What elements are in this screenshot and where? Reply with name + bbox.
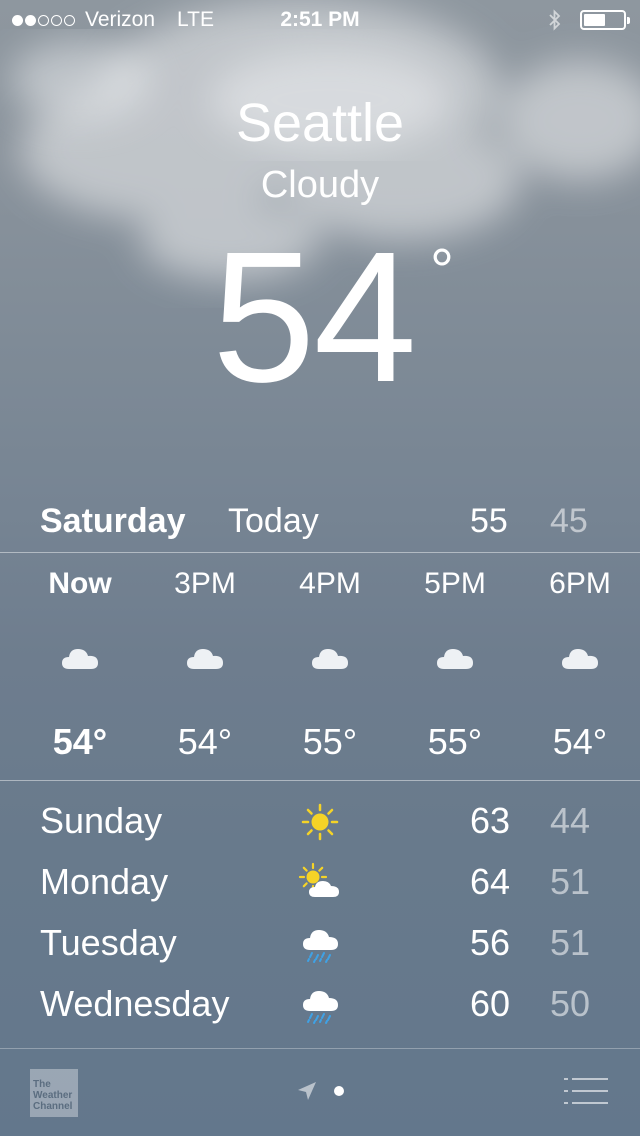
- daily-day-name: Sunday: [40, 800, 163, 841]
- daily-low: 51: [550, 861, 591, 902]
- daily-high: 63: [470, 800, 511, 841]
- today-label: Today: [228, 502, 319, 540]
- hourly-time: 4PM: [299, 567, 361, 600]
- daily-row: Sunday 63 44: [0, 792, 640, 852]
- bottom-toolbar: The Weather Channel: [0, 1050, 640, 1136]
- daily-low: 51: [550, 922, 591, 963]
- logo-text: The: [33, 1079, 51, 1090]
- battery-nub: [627, 17, 630, 24]
- status-bar: Verizon LTE 2:51 PM: [0, 0, 640, 40]
- daily-row: Wednesday 60 50: [0, 975, 640, 1035]
- hourly-item: 5PM 55°: [393, 553, 517, 779]
- hourly-item: 6PM 54°: [518, 553, 640, 779]
- hourly-item: 3PM 54°: [143, 553, 267, 779]
- list-icon[interactable]: [562, 1076, 610, 1106]
- hourly-forecast[interactable]: Now 54° 3PM 54° 4PM 55° 5PM 55° 6PM 54°: [0, 553, 640, 779]
- daily-low: 44: [550, 800, 591, 841]
- divider: [0, 780, 640, 781]
- hourly-item: 4PM 55°: [268, 553, 392, 779]
- logo-text: Weather: [33, 1090, 73, 1101]
- page-indicator-dot[interactable]: [334, 1086, 344, 1096]
- battery-icon: [580, 10, 630, 30]
- hourly-time: 6PM: [549, 567, 611, 600]
- location-arrow-icon[interactable]: [296, 1080, 318, 1102]
- sun-icon: [298, 800, 342, 844]
- hourly-temp: 55°: [302, 721, 358, 762]
- today-summary-row: Saturday Today 55 45: [0, 502, 640, 552]
- hourly-item: Now 54°: [18, 553, 142, 779]
- daily-low: 50: [550, 983, 591, 1024]
- weather-channel-logo[interactable]: The Weather Channel: [30, 1069, 78, 1117]
- daily-high: 56: [470, 922, 511, 963]
- today-day-name: Saturday: [40, 502, 186, 540]
- daily-high: 64: [470, 861, 511, 902]
- current-temperature: 54: [212, 214, 417, 421]
- status-time: 2:51 PM: [280, 8, 360, 31]
- rain-icon: [298, 922, 342, 966]
- rain-icon: [298, 983, 342, 1027]
- daily-day-name: Wednesday: [40, 983, 230, 1024]
- cloud-icon: [310, 643, 350, 673]
- daily-row: Tuesday 56 51: [0, 914, 640, 974]
- city-name: Seattle: [235, 93, 405, 153]
- cloud-icon: [435, 643, 475, 673]
- cloud-icon: [185, 643, 225, 673]
- hourly-time: Now: [48, 567, 112, 600]
- bluetooth-icon: [549, 9, 561, 31]
- battery-level: [584, 14, 605, 26]
- hourly-temp: 54°: [52, 721, 108, 762]
- hourly-time: 5PM: [424, 567, 486, 600]
- daily-day-name: Monday: [40, 861, 169, 902]
- today-low: 45: [550, 502, 588, 540]
- logo-text: Channel: [33, 1101, 73, 1112]
- today-high: 55: [470, 502, 508, 540]
- hourly-temp: 54°: [552, 721, 608, 762]
- partly-cloudy-icon: [298, 861, 342, 905]
- degree-symbol: °: [430, 237, 454, 304]
- current-condition: Cloudy: [260, 164, 380, 206]
- hourly-temp: 55°: [427, 721, 483, 762]
- cloud-icon: [60, 643, 100, 673]
- hourly-time: 3PM: [174, 567, 236, 600]
- daily-high: 60: [470, 983, 511, 1024]
- divider: [0, 1048, 640, 1049]
- daily-row: Monday 64 51: [0, 853, 640, 913]
- cloud-icon: [560, 643, 600, 673]
- hourly-temp: 54°: [177, 721, 233, 762]
- daily-day-name: Tuesday: [40, 922, 177, 963]
